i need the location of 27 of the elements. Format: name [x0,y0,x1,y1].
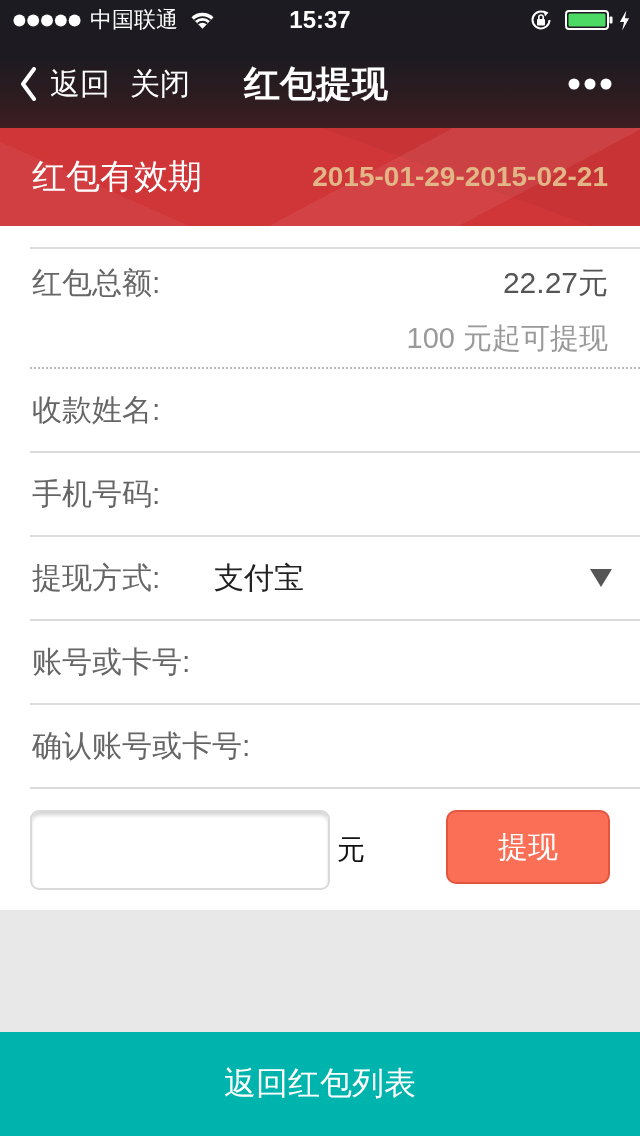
battery-icon [565,10,613,30]
minimum-hint: 100 元起可提现 [406,321,608,356]
field-label: 账号或卡号: [32,643,191,680]
clock-time: 15:37 [289,6,351,34]
more-button[interactable] [568,78,612,90]
validity-label: 红包有效期 [32,156,202,197]
carrier-name: 中国联通 [90,6,178,34]
signal-icon [13,13,82,27]
back-button[interactable]: 返回 [20,63,110,105]
charging-bolt-icon [619,9,630,31]
caret-icon[interactable] [590,569,612,587]
field-label: 确认账号或卡号: [32,727,251,764]
currency-unit: 元 [337,833,365,867]
amount-input[interactable] [30,810,330,890]
close-button[interactable]: 关闭 [130,63,190,105]
rotation-lock-icon [529,8,553,32]
back-icon [20,67,36,101]
field-label: 收款姓名: [32,391,161,428]
validity-dates: 2015-01-29-2015-02-21 [312,161,608,193]
field-label: 提现方式: [32,559,162,596]
method-select[interactable]: 支付宝 [214,557,304,599]
field-label: 手机号码: [32,475,161,512]
total-amount: 22.27元 [502,264,608,301]
page-title: 红包提现 [244,61,388,106]
total-label: 红包总额: [32,264,161,301]
more-icon [568,78,612,90]
wifi-icon [191,11,214,29]
